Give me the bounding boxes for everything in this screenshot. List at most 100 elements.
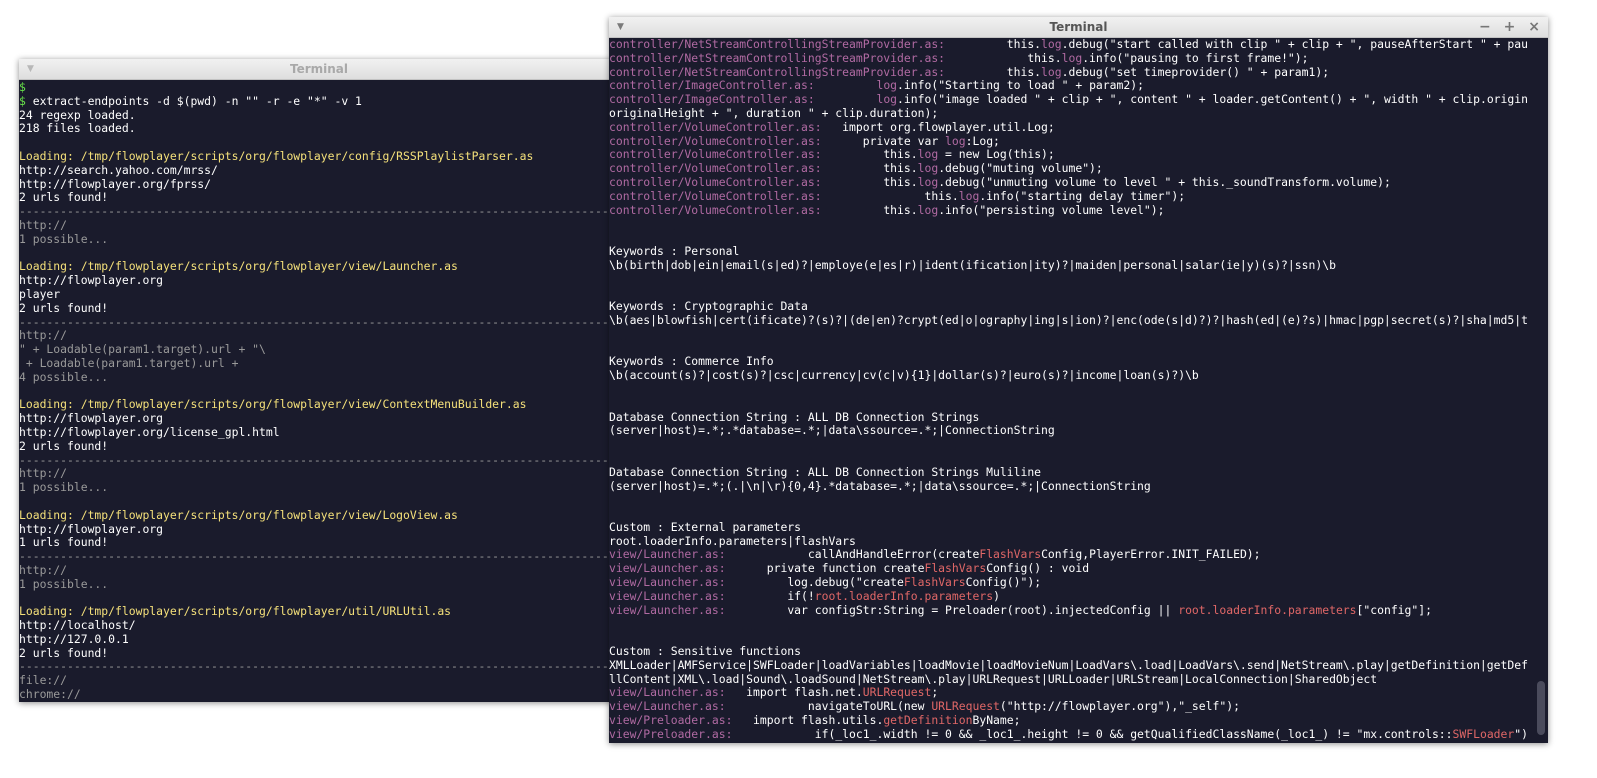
terminal-text: http://flowplayer.org bbox=[19, 521, 164, 536]
terminal-text: http:// bbox=[19, 562, 68, 577]
terminal-text: 1 possible... bbox=[19, 480, 109, 495]
terminal-text: Config() : void bbox=[986, 561, 1090, 576]
terminal-output[interactable]: $ $ extract-endpoints -d $(pwd) -n "" -r … bbox=[19, 80, 619, 702]
terminal-line: ----------------------------------------… bbox=[19, 660, 619, 674]
terminal-text: SWFLoader bbox=[1452, 726, 1515, 741]
terminal-window-right[interactable]: ▼ Terminal − + × controller/NetStreamCon… bbox=[609, 17, 1548, 743]
terminal-output[interactable]: controller/NetStreamControllingStreamPro… bbox=[609, 38, 1533, 743]
terminal-line: controller/NetStreamControllingStreamPro… bbox=[609, 51, 1533, 66]
scrollbar[interactable] bbox=[1533, 38, 1548, 743]
terminal-text: view/Launcher.as: bbox=[609, 699, 726, 714]
terminal-line: (server|host)=.*;(.|\n|\r){0,4}.*databas… bbox=[609, 479, 1533, 494]
terminal-text: http://flowplayer.org/license_gpl.html bbox=[19, 424, 280, 439]
terminal-text: \b(aes|blowfish|cert(ificate)?(s)?|(de|e… bbox=[609, 312, 1528, 327]
close-icon[interactable]: × bbox=[1528, 19, 1540, 35]
scrollbar-thumb[interactable] bbox=[1537, 681, 1545, 735]
terminal-text: root.loaderInfo.parameters|flashVars bbox=[609, 533, 856, 548]
terminal-text: import flash.net. bbox=[725, 685, 863, 700]
terminal-text: root.loaderInfo.parameters bbox=[1178, 602, 1357, 617]
maximize-icon[interactable]: + bbox=[1504, 19, 1516, 35]
terminal-line: 218 files loaded. bbox=[19, 121, 619, 136]
terminal-text: log bbox=[1041, 64, 1062, 79]
terminal-text: $ bbox=[19, 80, 26, 94]
terminal-text: this. bbox=[821, 188, 959, 203]
terminal-text: if(_loc1_.width != 0 && _loc1_.height !=… bbox=[732, 726, 1453, 741]
terminal-window-left[interactable]: ▼ Terminal $ $ extract-endpoints -d $(pwd… bbox=[19, 59, 619, 702]
terminal-line: 2 urls found! bbox=[19, 301, 619, 316]
window-menu-icon[interactable]: ▼ bbox=[27, 59, 34, 79]
terminal-line: http://flowplayer.org bbox=[19, 411, 619, 426]
terminal-text: http://flowplayer.org/fprss/ bbox=[19, 176, 212, 191]
terminal-text: http://flowplayer.org bbox=[19, 411, 164, 426]
terminal-line: root.loaderInfo.parameters|flashVars bbox=[609, 533, 1533, 549]
terminal-line: ----------------------------------------… bbox=[19, 452, 619, 468]
terminal-text: llContent|XML\.load|Sound\.loadSound|Net… bbox=[609, 671, 1378, 686]
terminal-line: file:// bbox=[19, 673, 619, 688]
terminal-text: log bbox=[876, 78, 898, 93]
terminal-text: 1 urls found! bbox=[19, 535, 109, 550]
terminal-text: import org.flowplayer.util.Log; bbox=[821, 119, 1055, 134]
terminal-line: http://127.0.0.1 bbox=[19, 631, 619, 647]
terminal-line: 1 possible... bbox=[19, 480, 619, 495]
terminal-line: controller/VolumeController.as: this.log… bbox=[609, 161, 1533, 176]
terminal-text: ") bbox=[1514, 726, 1528, 741]
window-menu-icon[interactable]: ▼ bbox=[617, 17, 624, 37]
title-bar[interactable]: ▼ Terminal bbox=[19, 59, 619, 80]
terminal-text: ) bbox=[993, 588, 1000, 603]
terminal-text: controller/ImageController.as: bbox=[609, 92, 815, 107]
terminal-text: ----------------------------------------… bbox=[19, 452, 619, 467]
terminal-text: \b(account(s)?|cost(s)?|csc|currency|cv(… bbox=[609, 368, 1199, 383]
terminal-line: controller/NetStreamControllingStreamPro… bbox=[609, 38, 1533, 52]
terminal-text: this. bbox=[945, 38, 1042, 51]
terminal-text: log bbox=[917, 202, 939, 217]
terminal-text: Custom : Sensitive functions bbox=[609, 644, 802, 659]
terminal-text: 1 possible... bbox=[19, 576, 109, 591]
terminal-text: http:// bbox=[19, 466, 68, 481]
terminal-text: URLRequest bbox=[931, 699, 1000, 714]
terminal-line: Loading: /tmp/flowplayer/scripts/org/flo… bbox=[19, 259, 619, 274]
terminal-text: ----------------------------------------… bbox=[19, 204, 619, 219]
terminal-line: view/Launcher.as: var configStr:String =… bbox=[609, 602, 1533, 618]
terminal-text: controller/VolumeController.as: bbox=[609, 174, 822, 189]
terminal-line: Database Connection String : ALL DB Conn… bbox=[609, 410, 1533, 425]
terminal-line: http://flowplayer.org/fprss/ bbox=[19, 176, 619, 192]
terminal-line: Database Connection String : ALL DB Conn… bbox=[609, 465, 1533, 480]
terminal-line: view/Preloader.as: import flash.utils.ge… bbox=[609, 713, 1533, 728]
window-title: Terminal bbox=[289, 62, 349, 76]
terminal-text: Loading: /tmp/flowplayer/scripts/org/flo… bbox=[19, 259, 458, 274]
terminal-text: http:// bbox=[19, 328, 68, 343]
terminal-line: http://flowplayer.org bbox=[19, 273, 619, 288]
terminal-text: controller/ImageController.as: bbox=[609, 78, 815, 93]
terminal-line: view/Launcher.as: navigateToURL(new URLR… bbox=[609, 699, 1533, 714]
terminal-text: .debug("muting volume"); bbox=[938, 161, 1103, 176]
terminal-text: view/Launcher.as: bbox=[609, 561, 726, 576]
terminal-text: ["config"]; bbox=[1356, 602, 1432, 617]
terminal-text: 1 possible... bbox=[19, 231, 109, 246]
terminal-text: this. bbox=[821, 147, 918, 162]
terminal-line: \b(birth|dob|ein|email(s|ed)?|employe(e|… bbox=[609, 258, 1533, 273]
terminal-text: originalHeight + ", duration " + clip.du… bbox=[609, 105, 939, 120]
terminal-text: Keywords : Commerce Info bbox=[609, 354, 774, 369]
terminal-text: log bbox=[958, 188, 980, 203]
terminal-text: controller/VolumeController.as: bbox=[609, 133, 822, 148]
terminal-text: log bbox=[945, 133, 966, 148]
terminal-text: (server|host)=.*;.*database=.*;|data\sso… bbox=[609, 423, 1055, 438]
terminal-text: FlashVars bbox=[924, 561, 987, 576]
terminal-line: http:// bbox=[19, 328, 619, 343]
terminal-line: Loading: /tmp/flowplayer/scripts/org/flo… bbox=[19, 604, 619, 619]
terminal-line: http://localhost/ bbox=[19, 618, 619, 633]
minimize-icon[interactable]: − bbox=[1479, 19, 1491, 35]
terminal-text: controller/VolumeController.as: bbox=[609, 202, 822, 217]
terminal-text: log bbox=[917, 174, 939, 189]
terminal-text: http://127.0.0.1 bbox=[19, 631, 129, 646]
terminal-text: player bbox=[19, 286, 61, 301]
terminal-line: llContent|XML\.load|Sound\.loadSound|Net… bbox=[609, 671, 1533, 687]
title-bar[interactable]: ▼ Terminal − + × bbox=[609, 17, 1548, 38]
terminal-text: + Loadable(param1.target).url + bbox=[19, 355, 239, 370]
terminal-text: 2 urls found! bbox=[19, 645, 109, 660]
terminal-text: Keywords : Personal bbox=[609, 243, 740, 258]
